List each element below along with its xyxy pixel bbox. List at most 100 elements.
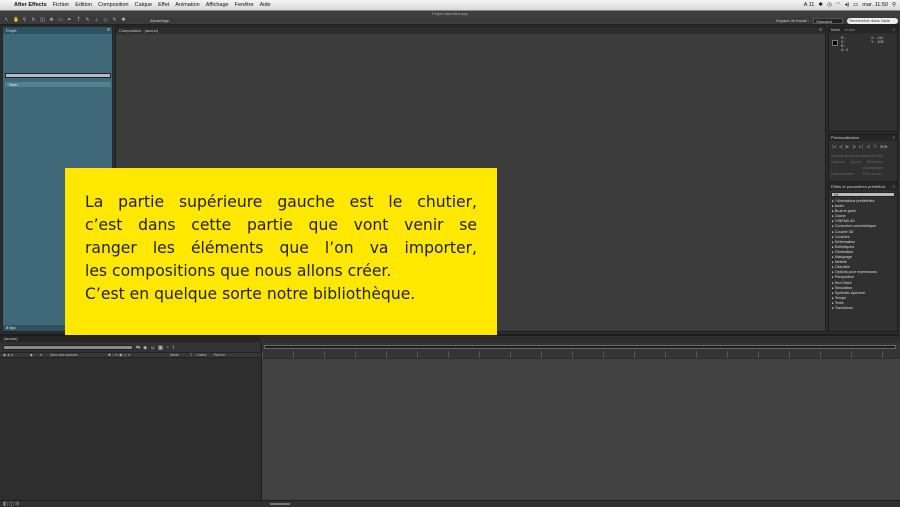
ram-preview-icon[interactable]: ▶▶ — [881, 144, 889, 150]
snap-checkbox-label[interactable]: Aimantage — [150, 18, 169, 23]
timemachine-icon[interactable]: ◷ — [827, 2, 832, 8]
project-search-input[interactable] — [5, 73, 111, 78]
workspace-select[interactable]: Standard — [812, 17, 844, 24]
mode-column[interactable]: Mode — [170, 353, 179, 358]
motion-blur-icon[interactable]: ◔ — [166, 345, 169, 351]
menu-aide[interactable]: Aide — [260, 2, 271, 8]
layer-bars-area[interactable] — [261, 359, 900, 501]
composition-tab-name[interactable]: (aucun) — [145, 28, 159, 33]
draft-3d-icon[interactable]: ◈ — [143, 345, 147, 351]
effects-tab-label[interactable]: Effets et paramètres prédéfinis — [831, 184, 885, 189]
preview-tab[interactable]: Prévisualisation ≡ — [829, 135, 897, 141]
menu-calque[interactable]: Calque — [135, 2, 152, 8]
switches-column-icons[interactable]: ✱ ∖ fx ▣ ◎ ⊙ — [108, 353, 131, 358]
volume-icon[interactable]: ◂) — [845, 2, 850, 8]
mac-menubar: After Effects Fichier Edition Compositio… — [0, 0, 900, 11]
panel-menu-icon[interactable]: ≡ — [819, 27, 822, 34]
brush-tool-icon[interactable]: ✎ — [85, 18, 90, 23]
effects-tab[interactable]: Effets et paramètres prédéfinis ≡ — [829, 184, 897, 190]
menu-fenetre[interactable]: Fenêtre — [235, 2, 254, 8]
time-ruler[interactable] — [262, 351, 900, 358]
pen-tool-icon[interactable]: ✒ — [67, 18, 72, 23]
text-tool-icon[interactable]: T — [76, 18, 81, 23]
preview-tab-label[interactable]: Prévisualisation — [831, 135, 859, 140]
menu-effet[interactable]: Effet — [158, 2, 169, 8]
info-tab-label[interactable]: Infos — [831, 27, 840, 32]
project-column-name[interactable]: Nom — [5, 82, 111, 87]
app-menu[interactable]: After Effects — [14, 2, 47, 8]
shy-layers-icon[interactable]: ☺ — [150, 345, 155, 351]
eraser-tool-icon[interactable]: ◇ — [103, 18, 108, 23]
trkmat-column[interactable]: Cache — [196, 353, 206, 358]
status-label[interactable]: A 11 — [804, 2, 815, 8]
bluetooth-icon[interactable]: ✱ — [818, 2, 823, 8]
composition-tab-prefix: Composition : — [119, 28, 144, 33]
menu-fichier[interactable]: Fichier — [53, 2, 70, 8]
tutorial-caption: La partie supérieure gauche est le chuti… — [65, 168, 497, 335]
panel-menu-icon[interactable]: ≡ — [893, 184, 895, 190]
hand-tool-icon[interactable]: ✋ — [13, 18, 19, 23]
effects-list: ▸ * Animations prédéfinies ▸ Audio ▸ Bru… — [829, 199, 897, 311]
menu-animation[interactable]: Animation — [175, 2, 199, 8]
graph-editor-icon[interactable]: ⌇ — [172, 345, 174, 351]
timeline-zoom-slider[interactable] — [270, 503, 290, 505]
audio-tab-label[interactable]: Audio — [845, 27, 855, 32]
time-navigator-slider[interactable] — [264, 345, 896, 349]
source-name-column[interactable]: Nom des sources — [50, 353, 78, 358]
panel-menu-icon[interactable]: ≡ — [893, 27, 895, 33]
frame-blending-icon[interactable]: ▦ — [158, 345, 163, 351]
label-column-icon[interactable]: ◆ — [30, 353, 33, 358]
parent-column[interactable]: Parent — [214, 353, 225, 358]
roto-tool-icon[interactable]: ✎ — [112, 18, 117, 23]
pan-behind-tool-icon[interactable]: ✥ — [49, 18, 54, 23]
a-value: A : 0 — [841, 48, 849, 52]
panel-menu-icon[interactable]: ≡ — [107, 27, 110, 34]
wifi-icon[interactable]: ◠ — [836, 2, 841, 8]
rectangle-tool-icon[interactable]: ▭ — [58, 18, 63, 23]
layer-outline[interactable] — [0, 359, 260, 501]
first-frame-icon[interactable]: |◂ — [832, 144, 836, 150]
selection-tool-icon[interactable]: ↖ — [4, 18, 9, 23]
composition-tab[interactable]: Composition : (aucun) — [116, 27, 825, 34]
stamp-tool-icon[interactable]: ⊥ — [94, 18, 99, 23]
camera-tool-icon[interactable]: ◫ — [40, 18, 45, 23]
panel-menu-icon[interactable]: ≡ — [893, 135, 895, 141]
toggle-switches-icon[interactable]: ◧ ◫ ⊞ — [3, 501, 19, 507]
menu-composition[interactable]: Composition — [98, 2, 129, 8]
time-ruler-area[interactable] — [261, 343, 900, 358]
puppet-tool-icon[interactable]: ✱ — [121, 18, 126, 23]
rotate-tool-icon[interactable]: ↻ — [31, 18, 36, 23]
spotlight-icon[interactable]: ⚲ — [892, 2, 896, 8]
effects-presets-panel: Effets et paramètres prédéfinis ≡ ⚲▾ ▸ *… — [828, 183, 898, 332]
av-switches-icon[interactable]: ◉ ◂) ● — [3, 353, 13, 358]
fullscreen-checkbox[interactable]: Plein écran — [863, 172, 881, 176]
from-current-checkbox[interactable]: Depuis instant — [831, 172, 854, 176]
xy-readout: X : -411 Y : -108 — [871, 36, 884, 44]
workspace-area: Espace de travail : Standard Rechercher … — [776, 17, 900, 24]
effects-search-input[interactable]: ⚲▾ — [831, 192, 895, 197]
framerate-label: Cadence — [831, 160, 846, 164]
help-search-input[interactable]: Rechercher dans l'aide — [847, 17, 898, 24]
menu-edition[interactable]: Edition — [75, 2, 92, 8]
bit-depth-label[interactable]: 8 bpc — [6, 325, 16, 330]
next-frame-icon[interactable]: |▸ — [852, 144, 856, 150]
last-frame-icon[interactable]: ▸| — [859, 144, 863, 150]
effects-category[interactable]: ▸ Transitions — [829, 306, 897, 311]
workspace-label: Espace de travail : — [776, 18, 809, 23]
battery-icon[interactable]: ▭ — [853, 2, 858, 8]
info-tab[interactable]: Infos Audio ≡ — [829, 27, 897, 33]
audio-icon[interactable]: ◂) — [866, 144, 870, 150]
timeline-tab[interactable]: (aucun) — [0, 336, 260, 342]
timeline-search-input[interactable] — [3, 345, 133, 350]
layer-number-column[interactable]: # — [40, 353, 42, 358]
loop-icon[interactable]: ↻ — [873, 144, 877, 150]
clock[interactable]: mar. 11:50 — [862, 2, 888, 8]
t-column[interactable]: T — [190, 353, 192, 358]
resolution-label: Résolution — [866, 160, 884, 164]
prev-frame-icon[interactable]: ◂| — [839, 144, 843, 150]
project-tab[interactable]: Projet — [3, 27, 112, 34]
play-icon[interactable]: ▶ — [846, 144, 850, 150]
comp-mini-flowchart-icon[interactable]: ⇆ — [136, 345, 140, 351]
zoom-tool-icon[interactable]: ⚲ — [22, 18, 27, 23]
menu-affichage[interactable]: Affichage — [206, 2, 229, 8]
